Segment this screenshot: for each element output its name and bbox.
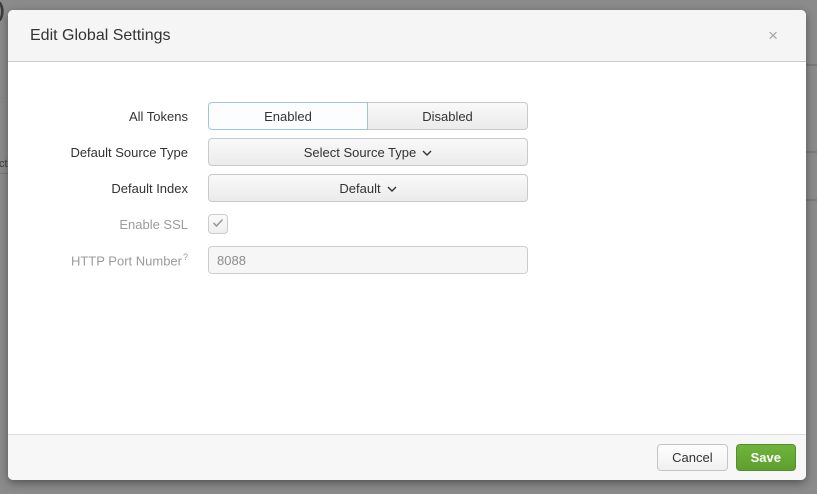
all-tokens-toggle: Enabled Disabled: [208, 102, 528, 130]
modal-header: Edit Global Settings ×: [8, 10, 806, 62]
background-page-fragment: ): [0, 0, 5, 23]
all-tokens-row: All Tokens Enabled Disabled: [8, 102, 806, 130]
http-port-row: HTTP Port Number?: [8, 246, 806, 274]
enable-ssl-row: Enable SSL: [8, 210, 806, 238]
background-table-line: [806, 151, 817, 153]
background-table-line: [806, 199, 817, 201]
all-tokens-label: All Tokens: [8, 109, 188, 124]
default-source-type-label: Default Source Type: [8, 145, 188, 160]
all-tokens-disabled-button[interactable]: Disabled: [368, 102, 528, 130]
help-indicator[interactable]: ?: [183, 252, 188, 262]
enable-ssl-checkbox[interactable]: [208, 214, 228, 234]
enable-ssl-label: Enable SSL: [8, 217, 188, 232]
cancel-button[interactable]: Cancel: [657, 444, 727, 471]
modal-body: All Tokens Enabled Disabled Default Sour…: [8, 62, 806, 434]
default-index-row: Default Index Default: [8, 174, 806, 202]
close-icon[interactable]: ×: [764, 25, 782, 46]
default-index-label: Default Index: [8, 181, 188, 196]
default-source-type-row: Default Source Type Select Source Type: [8, 138, 806, 166]
modal-footer: Cancel Save: [8, 434, 806, 480]
edit-global-settings-modal: Edit Global Settings × All Tokens Enable…: [8, 10, 806, 480]
background-table-line: [806, 64, 817, 66]
default-source-type-dropdown[interactable]: Select Source Type: [208, 138, 528, 166]
chevron-down-icon: [387, 186, 397, 192]
all-tokens-enabled-button[interactable]: Enabled: [208, 102, 368, 130]
chevron-down-icon: [422, 150, 432, 156]
save-button[interactable]: Save: [736, 444, 796, 471]
http-port-label: HTTP Port Number?: [8, 252, 188, 268]
default-index-value: Default: [339, 181, 380, 196]
modal-title: Edit Global Settings: [30, 27, 171, 45]
check-icon: [212, 215, 224, 233]
default-source-type-value: Select Source Type: [304, 145, 417, 160]
default-index-dropdown[interactable]: Default: [208, 174, 528, 202]
http-port-input[interactable]: [208, 246, 528, 274]
